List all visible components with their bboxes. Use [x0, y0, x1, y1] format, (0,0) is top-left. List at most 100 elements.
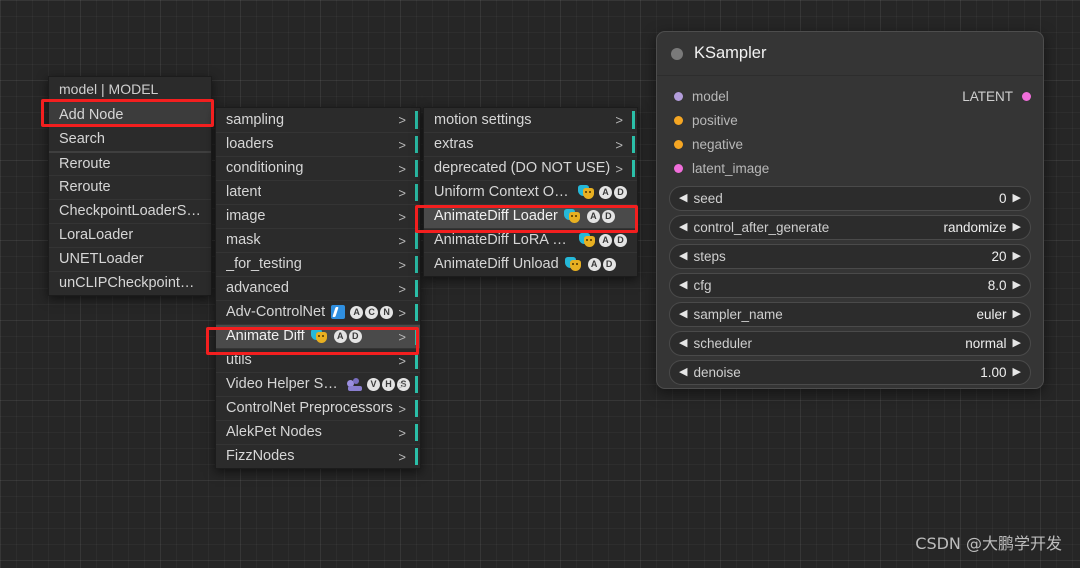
- widget-value-steps[interactable]: 20: [992, 249, 1007, 264]
- menu-item-uniform-context-options[interactable]: Uniform Context Options A D: [424, 180, 637, 204]
- menu-item-deprecated[interactable]: deprecated (DO NOT USE) >: [424, 156, 637, 180]
- widget-label-scheduler: scheduler: [693, 336, 753, 351]
- widget-value-scheduler[interactable]: normal: [965, 336, 1006, 351]
- increment-icon[interactable]: ▶: [1013, 222, 1021, 233]
- menu-item-animatediff-loader[interactable]: AnimateDiff Loader A D: [424, 204, 637, 228]
- input-slot-latent-image[interactable]: latent_image: [669, 156, 1031, 180]
- badge-group: A D: [333, 329, 362, 343]
- slot-dot-negative[interactable]: [674, 139, 683, 149]
- masks-icon: [563, 209, 582, 223]
- menu-item-video-helper-suite[interactable]: Video Helper Suite V H S >: [216, 372, 420, 396]
- menu-item-alekpet-nodes[interactable]: AlekPet Nodes >: [216, 420, 420, 444]
- ksampler-node[interactable]: KSampler model LATENT positive negative …: [656, 31, 1044, 389]
- menu-item-utils[interactable]: utils >: [216, 348, 420, 372]
- chevron-right-icon: >: [398, 425, 406, 440]
- widget-seed[interactable]: ◀ seed 0 ▶: [669, 186, 1031, 211]
- increment-icon[interactable]: ▶: [1013, 280, 1021, 291]
- collapse-toggle-icon[interactable]: [671, 47, 683, 60]
- badge-group: A D: [599, 233, 627, 247]
- widget-value-seed[interactable]: 0: [999, 191, 1007, 206]
- menu-item-for-testing[interactable]: _for_testing >: [216, 252, 420, 276]
- menu-item-unetloader[interactable]: UNETLoader: [49, 247, 211, 271]
- menu-item-animatediff-lora-loader[interactable]: AnimateDiff LoRA Loader A D: [424, 228, 637, 252]
- menu-item-add-node[interactable]: Add Node: [49, 103, 211, 127]
- submenu-indicator: [415, 208, 418, 225]
- widget-value-denoise[interactable]: 1.00: [980, 365, 1006, 380]
- widget-control-after-generate[interactable]: ◀ control_after_generate randomize ▶: [669, 215, 1031, 240]
- increment-icon[interactable]: ▶: [1013, 251, 1021, 262]
- menu-item-animate-diff[interactable]: Animate Diff A D >: [216, 324, 420, 348]
- widget-cfg[interactable]: ◀ cfg 8.0 ▶: [669, 273, 1031, 298]
- widget-scheduler[interactable]: ◀ scheduler normal ▶: [669, 331, 1031, 356]
- menu-item-label: _for_testing: [226, 256, 302, 272]
- menu-item-animatediff-unload[interactable]: AnimateDiff Unload A D: [424, 252, 637, 276]
- vhs-icon: [346, 377, 362, 391]
- menu-item-unclipcheckpointloader[interactable]: unCLIPCheckpointLoader: [49, 271, 211, 295]
- menu-item-sampling[interactable]: sampling >: [216, 108, 420, 132]
- output-slot-latent[interactable]: LATENT: [962, 89, 1031, 104]
- submenu-indicator: [415, 304, 418, 321]
- category-menu[interactable]: sampling > loaders > conditioning > late…: [215, 107, 421, 469]
- menu-item-search[interactable]: Search: [49, 127, 211, 151]
- menu-item-image[interactable]: image >: [216, 204, 420, 228]
- widget-sampler-name[interactable]: ◀ sampler_name euler ▶: [669, 302, 1031, 327]
- menu-item-loraloader[interactable]: LoraLoader: [49, 223, 211, 247]
- widget-value-control-after-generate[interactable]: randomize: [944, 220, 1007, 235]
- chevron-right-icon: >: [398, 377, 406, 392]
- watermark: CSDN @大鹏学开发: [915, 534, 1062, 553]
- menu-item-label: deprecated (DO NOT USE): [434, 160, 611, 176]
- animatediff-submenu[interactable]: motion settings > extras > deprecated (D…: [423, 107, 638, 277]
- submenu-indicator: [632, 160, 635, 177]
- menu-item-reroute-1[interactable]: Reroute: [49, 151, 211, 175]
- menu-item-conditioning[interactable]: conditioning >: [216, 156, 420, 180]
- widget-label-cfg: cfg: [693, 278, 712, 293]
- slot-dot-latent-image[interactable]: [674, 163, 683, 173]
- slot-dot-latent[interactable]: [1022, 91, 1031, 101]
- menu-item-extras[interactable]: extras >: [424, 132, 637, 156]
- widget-value-sampler-name[interactable]: euler: [977, 307, 1007, 322]
- slot-dot-model[interactable]: [674, 91, 683, 101]
- menu-item-controlnet-preprocessors[interactable]: ControlNet Preprocessors >: [216, 396, 420, 420]
- decrement-icon[interactable]: ◀: [679, 280, 687, 291]
- submenu-indicator: [415, 280, 418, 297]
- submenu-indicator: [632, 111, 635, 129]
- menu-item-advanced[interactable]: advanced >: [216, 276, 420, 300]
- menu-item-motion-settings[interactable]: motion settings >: [424, 108, 637, 132]
- menu-item-mask[interactable]: mask >: [216, 228, 420, 252]
- decrement-icon[interactable]: ◀: [679, 193, 687, 204]
- submenu-indicator: [415, 160, 418, 177]
- decrement-icon[interactable]: ◀: [679, 251, 687, 262]
- menu-item-latent[interactable]: latent >: [216, 180, 420, 204]
- slot-dot-positive[interactable]: [674, 115, 683, 125]
- input-slot-model[interactable]: model LATENT: [669, 84, 1031, 108]
- node-header[interactable]: KSampler: [657, 32, 1043, 76]
- increment-icon[interactable]: ▶: [1013, 193, 1021, 204]
- increment-icon[interactable]: ▶: [1013, 338, 1021, 349]
- decrement-icon[interactable]: ◀: [679, 222, 687, 233]
- menu-item-reroute-2[interactable]: Reroute: [49, 175, 211, 199]
- decrement-icon[interactable]: ◀: [679, 309, 687, 320]
- widget-value-cfg[interactable]: 8.0: [988, 278, 1007, 293]
- widget-label-steps: steps: [693, 249, 726, 264]
- widget-denoise[interactable]: ◀ denoise 1.00 ▶: [669, 360, 1031, 385]
- node-body: model LATENT positive negative latent_im…: [657, 76, 1043, 395]
- submenu-indicator: [415, 111, 418, 129]
- decrement-icon[interactable]: ◀: [679, 338, 687, 349]
- widget-steps[interactable]: ◀ steps 20 ▶: [669, 244, 1031, 269]
- masks-icon: [578, 185, 595, 199]
- input-slot-positive[interactable]: positive: [669, 108, 1031, 132]
- increment-icon[interactable]: ▶: [1013, 309, 1021, 320]
- input-slot-negative[interactable]: negative: [669, 132, 1031, 156]
- chevron-right-icon: >: [398, 305, 406, 320]
- context-menu[interactable]: model | MODEL Add Node Search Reroute Re…: [48, 76, 212, 296]
- menu-item-checkpointloadersimple[interactable]: CheckpointLoaderSimple: [49, 199, 211, 223]
- increment-icon[interactable]: ▶: [1013, 367, 1021, 378]
- menu-item-loaders[interactable]: loaders >: [216, 132, 420, 156]
- chevron-right-icon: >: [398, 329, 406, 344]
- menu-item-label: extras: [434, 136, 474, 152]
- decrement-icon[interactable]: ◀: [679, 367, 687, 378]
- menu-item-adv-controlnet[interactable]: Adv-ControlNet A C N >: [216, 300, 420, 324]
- menu-item-fizznodes[interactable]: FizzNodes >: [216, 444, 420, 468]
- menu-item-label: AnimateDiff Loader: [434, 208, 558, 224]
- menu-item-label: loaders: [226, 136, 274, 152]
